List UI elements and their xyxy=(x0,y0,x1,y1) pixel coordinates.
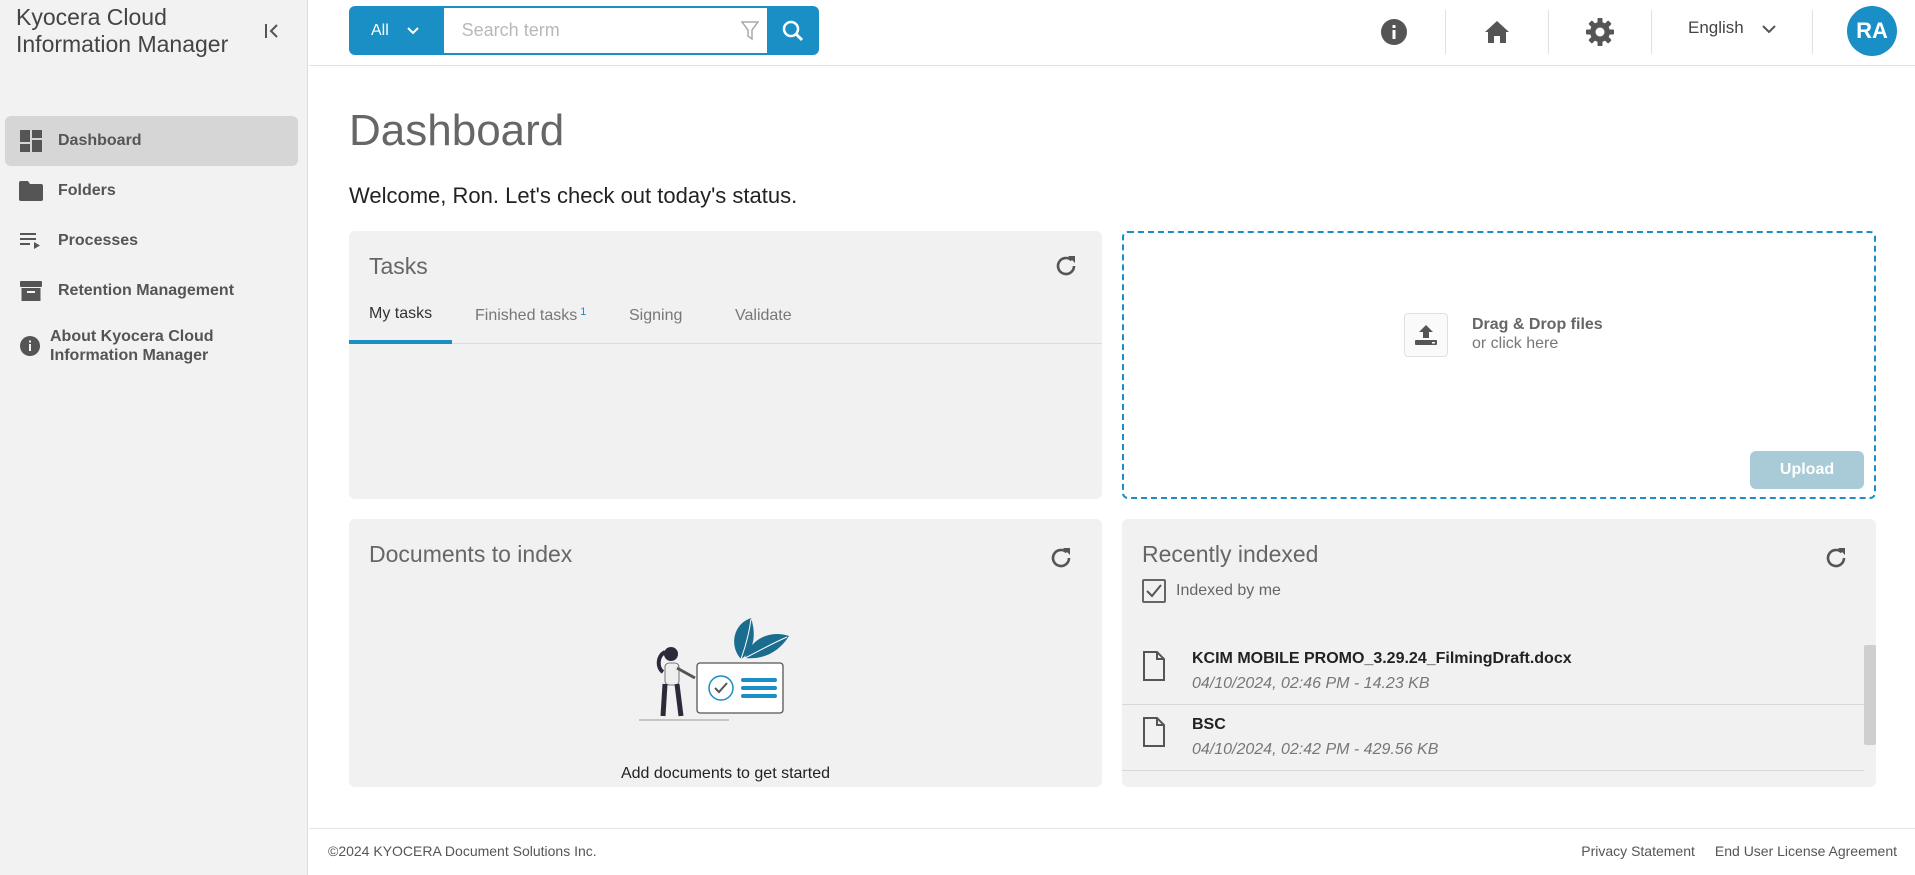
recently-indexed-list: KCIM MOBILE PROMO_3.29.24_FilmingDraft.d… xyxy=(1122,639,1864,771)
checkbox-checked-icon xyxy=(1142,579,1166,603)
dropzone-title: Drag & Drop files xyxy=(1472,316,1603,333)
recently-indexed-card: Recently indexed Indexed by me KCIM MOBI… xyxy=(1122,519,1876,787)
empty-state-caption: Add documents to get started xyxy=(620,765,830,782)
search-scope-label: All xyxy=(371,21,389,39)
card-title: Recently indexed xyxy=(1142,541,1319,567)
sidebar-item-label: About Kyocera Cloud Information Manager xyxy=(50,328,214,364)
search-button[interactable] xyxy=(767,6,819,55)
card-title: Documents to index xyxy=(369,541,573,567)
tasks-card: Tasks My tasks Finished tasks 1 Signing V… xyxy=(349,231,1102,499)
refresh-icon xyxy=(1826,548,1846,568)
home-button[interactable] xyxy=(1477,12,1517,52)
refresh-documents-button[interactable] xyxy=(1046,543,1076,573)
welcome-message: Welcome, Ron. Let's check out today's st… xyxy=(349,183,798,208)
document-name: BSC xyxy=(1192,716,1226,733)
file-icon xyxy=(1142,651,1166,686)
eula-link[interactable]: End User License Agreement xyxy=(1715,843,1897,859)
settings-button[interactable] xyxy=(1580,12,1620,52)
search-field xyxy=(443,6,768,55)
footer: ©2024 KYOCERA Document Solutions Inc. Pr… xyxy=(309,828,1915,875)
search-icon xyxy=(782,20,804,41)
scrollbar[interactable] xyxy=(1864,645,1876,745)
language-selector[interactable]: English xyxy=(1688,18,1776,38)
processes-icon xyxy=(18,228,44,254)
divider xyxy=(1812,10,1813,54)
checkbox-label: Indexed by me xyxy=(1176,582,1281,599)
dropzone-subtitle: or click here xyxy=(1472,335,1559,352)
tab-label: My tasks xyxy=(369,305,433,322)
info-icon xyxy=(18,333,42,359)
document-meta: 04/10/2024, 02:42 PM - 429.56 KB xyxy=(1192,741,1439,758)
sidebar-item-folders[interactable]: Folders xyxy=(5,166,298,216)
chevron-down-icon xyxy=(1762,18,1776,38)
search-input[interactable] xyxy=(461,20,732,41)
divider xyxy=(1548,10,1549,54)
search-bar: All xyxy=(349,6,819,55)
divider xyxy=(1445,10,1446,54)
sidebar-item-about[interactable]: About Kyocera Cloud Information Manager xyxy=(5,316,298,376)
file-icon xyxy=(1142,717,1166,752)
refresh-icon xyxy=(1056,256,1076,276)
document-name: KCIM MOBILE PROMO_3.29.24_FilmingDraft.d… xyxy=(1192,650,1572,667)
list-item[interactable]: KCIM MOBILE PROMO_3.29.24_FilmingDraft.d… xyxy=(1122,639,1864,705)
sidebar-item-label: Processes xyxy=(58,232,139,249)
chevron-down-icon xyxy=(407,22,419,40)
sidebar-item-label: Dashboard xyxy=(58,132,142,149)
app-title: Kyocera Cloud Information Manager xyxy=(16,4,229,57)
avatar[interactable]: RA xyxy=(1847,6,1897,56)
documents-to-index-card: Documents to index Add documents to get … xyxy=(349,519,1102,787)
sidebar-item-retention-management[interactable]: Retention Management xyxy=(5,266,298,316)
list-item[interactable]: BSC 04/10/2024, 02:42 PM - 429.56 KB xyxy=(1122,705,1864,771)
tab-signing[interactable]: Signing xyxy=(609,288,702,344)
gear-icon xyxy=(1586,18,1614,46)
tab-label: Finished tasks xyxy=(475,307,578,324)
dashboard-icon xyxy=(18,128,44,154)
footer-links: Privacy Statement End User License Agree… xyxy=(1581,843,1897,859)
sidebar-item-dashboard[interactable]: Dashboard xyxy=(5,116,298,166)
card-title: Tasks xyxy=(369,253,428,279)
divider xyxy=(1651,10,1652,54)
home-icon xyxy=(1485,21,1509,43)
tab-badge: 1 xyxy=(580,306,587,318)
sidebar-item-processes[interactable]: Processes xyxy=(5,216,298,266)
file-dropzone[interactable]: Drag & Drop files or click here Upload xyxy=(1122,231,1876,499)
collapse-left-icon xyxy=(265,24,278,38)
refresh-tasks-button[interactable] xyxy=(1051,251,1081,281)
archive-icon xyxy=(18,278,44,304)
collapse-sidebar-button[interactable] xyxy=(258,16,288,46)
page-title: Dashboard xyxy=(349,106,565,155)
top-bar: All Search term English RA xyxy=(309,0,1915,66)
sidebar-item-label: Folders xyxy=(58,182,116,199)
tab-validate[interactable]: Validate xyxy=(715,288,812,344)
empty-state-illustration xyxy=(639,618,789,721)
tasks-tabs: My tasks Finished tasks 1 Signing Validat… xyxy=(349,288,1102,344)
info-icon xyxy=(1381,19,1407,45)
sidebar-nav: Dashboard Folders Processes Retention Ma… xyxy=(5,116,298,376)
tab-my-tasks[interactable]: My tasks xyxy=(349,288,453,344)
sidebar-item-label: Retention Management xyxy=(58,282,235,299)
privacy-statement-link[interactable]: Privacy Statement xyxy=(1581,843,1695,859)
dropzone-text: Drag & Drop files or click here xyxy=(1472,315,1603,353)
refresh-recent-button[interactable] xyxy=(1821,543,1851,573)
indexed-by-me-checkbox[interactable]: Indexed by me xyxy=(1142,579,1281,603)
info-button[interactable] xyxy=(1374,12,1414,52)
upload-icon xyxy=(1404,313,1448,357)
copyright-text: ©2024 KYOCERA Document Solutions Inc. xyxy=(328,843,597,859)
tab-label: Signing xyxy=(629,307,683,324)
sidebar: Kyocera Cloud Information Manager Dashbo… xyxy=(0,0,308,875)
refresh-icon xyxy=(1051,548,1071,568)
upload-button[interactable]: Upload xyxy=(1750,451,1864,489)
search-scope-dropdown[interactable]: All xyxy=(349,6,444,55)
language-label: English xyxy=(1688,18,1744,37)
folder-icon xyxy=(18,178,44,204)
tab-label: Validate xyxy=(735,307,792,324)
filter-icon[interactable] xyxy=(740,21,760,46)
tab-finished-tasks[interactable]: Finished tasks 1 xyxy=(455,288,606,344)
document-meta: 04/10/2024, 02:46 PM - 14.23 KB xyxy=(1192,675,1430,692)
